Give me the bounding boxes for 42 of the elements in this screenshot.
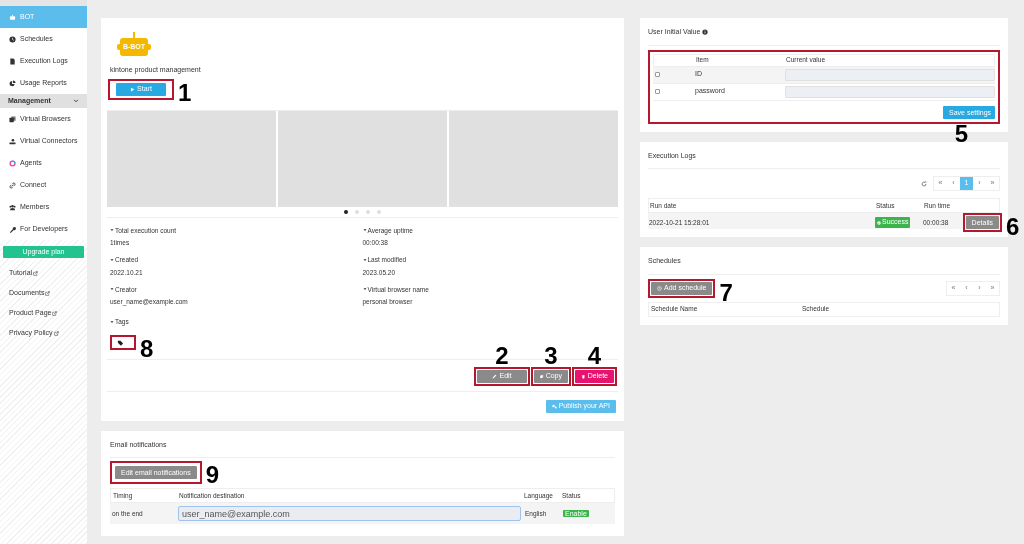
callout-number: 6 bbox=[1006, 215, 1020, 239]
clock-outline-icon bbox=[657, 285, 662, 291]
tag-icon bbox=[117, 339, 124, 346]
windows-icon bbox=[9, 115, 16, 123]
callout-number: 3 bbox=[544, 343, 558, 368]
callout-number: 5 bbox=[954, 121, 968, 146]
checkbox[interactable] bbox=[655, 72, 660, 77]
external-link-icon bbox=[52, 310, 58, 316]
caret-down-icon bbox=[362, 257, 367, 262]
callout-number: 7 bbox=[719, 280, 733, 305]
value-field[interactable] bbox=[785, 85, 995, 98]
external-link-icon bbox=[45, 290, 51, 296]
pencil-icon bbox=[492, 373, 498, 379]
callout-number: 2 bbox=[495, 343, 509, 368]
caret-down-icon bbox=[362, 287, 367, 292]
checkbox[interactable] bbox=[655, 89, 660, 94]
copy-icon bbox=[540, 373, 544, 379]
trash-icon bbox=[581, 373, 586, 379]
external-link-icon bbox=[33, 270, 39, 276]
robot-icon bbox=[9, 13, 16, 21]
email-field[interactable]: user_name@example.com bbox=[178, 506, 521, 522]
callout-number: 4 bbox=[587, 343, 602, 368]
caret-down-icon bbox=[362, 228, 367, 233]
callout-number: 1 bbox=[178, 80, 192, 105]
info-icon bbox=[702, 29, 709, 36]
users-icon bbox=[9, 203, 16, 211]
clock-icon bbox=[9, 35, 16, 43]
chevron-down-icon bbox=[73, 98, 79, 104]
refresh-icon bbox=[921, 180, 927, 187]
file-icon bbox=[9, 57, 16, 65]
play-icon bbox=[130, 86, 136, 92]
value-field[interactable] bbox=[785, 68, 995, 81]
link-icon bbox=[9, 181, 16, 189]
wrench-icon bbox=[9, 225, 16, 233]
external-link-icon bbox=[53, 330, 59, 336]
callout-number: 9 bbox=[205, 463, 219, 488]
connector-icon bbox=[9, 137, 16, 145]
pie-chart-icon bbox=[9, 79, 16, 87]
gears-icon bbox=[551, 403, 557, 409]
ring-icon bbox=[9, 159, 16, 167]
callout-number: 8 bbox=[140, 337, 154, 362]
check-circle-icon bbox=[877, 220, 881, 225]
